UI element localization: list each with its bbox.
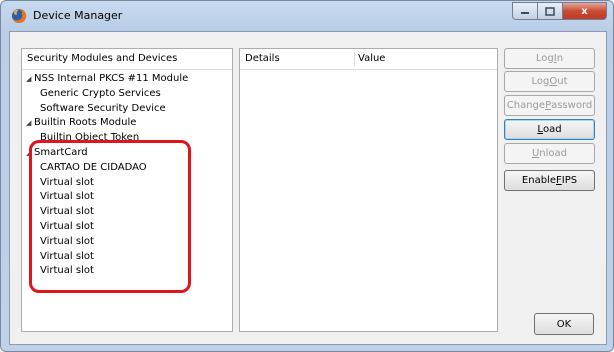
tree-device-item[interactable]: Generic Crypto Services (22, 86, 161, 101)
unload-label-suffix: nload (539, 148, 568, 159)
tree-module-item[interactable]: ◢ Builtin Roots Module (22, 115, 136, 130)
tree-item-label: Builtin Roots Module (34, 117, 137, 129)
firefox-icon (12, 8, 27, 23)
tree-device-item[interactable]: Software Security Device (22, 101, 166, 116)
unload-access-key: U (531, 148, 540, 159)
maximize-button[interactable] (538, 2, 563, 20)
window-controls: x (512, 2, 607, 20)
minimize-button[interactable] (512, 2, 538, 20)
log-out-label-suffix: ut (557, 76, 568, 87)
log-in-button[interactable]: Log In (504, 48, 595, 69)
log-in-label-prefix: Log (535, 53, 554, 64)
details-table[interactable]: Details Value (239, 48, 498, 332)
unload-button[interactable]: Unload (504, 143, 595, 164)
tree-item-label: Generic Crypto Services (40, 87, 161, 99)
load-button[interactable]: Load (504, 119, 595, 140)
log-in-label-suffix: n (556, 53, 564, 64)
change-password-button[interactable]: Change Password (504, 95, 595, 116)
log-out-label-prefix: Log (531, 76, 550, 87)
change-password-label-prefix: Change (506, 100, 546, 111)
tree-module-item[interactable]: ◢ NSS Internal PKCS #11 Module (22, 71, 188, 86)
tree-item-label: Software Security Device (40, 102, 166, 114)
smartcard-highlight-annotation (29, 140, 191, 293)
tree-item-label: NSS Internal PKCS #11 Module (34, 73, 189, 84)
details-column-header[interactable]: Details (245, 49, 280, 69)
enable-fips-label-suffix: IPS (561, 175, 578, 186)
log-out-access-key: O (549, 76, 558, 87)
column-separator[interactable] (354, 52, 355, 66)
load-label-suffix: oad (542, 124, 562, 135)
log-out-button[interactable]: Log Out (504, 71, 595, 92)
enable-fips-button[interactable]: Enable F IPS (504, 170, 595, 191)
expand-triangle-icon[interactable]: ◢ (26, 72, 34, 87)
close-icon: x (581, 5, 588, 17)
expand-triangle-icon[interactable]: ◢ (26, 116, 34, 131)
tree-column-header[interactable]: Security Modules and Devices (22, 49, 232, 70)
title-bar[interactable]: Device Manager x (1, 1, 613, 31)
value-column-header[interactable]: Value (358, 49, 385, 69)
close-button[interactable]: x (563, 2, 607, 20)
maximize-icon (545, 6, 555, 16)
ok-button[interactable]: OK (534, 313, 594, 335)
enable-fips-label-prefix: Enable (521, 175, 556, 186)
header-divider (240, 69, 497, 70)
minimize-icon (521, 12, 529, 14)
window-title: Device Manager (33, 9, 123, 22)
change-password-label-suffix: assword (551, 100, 593, 111)
